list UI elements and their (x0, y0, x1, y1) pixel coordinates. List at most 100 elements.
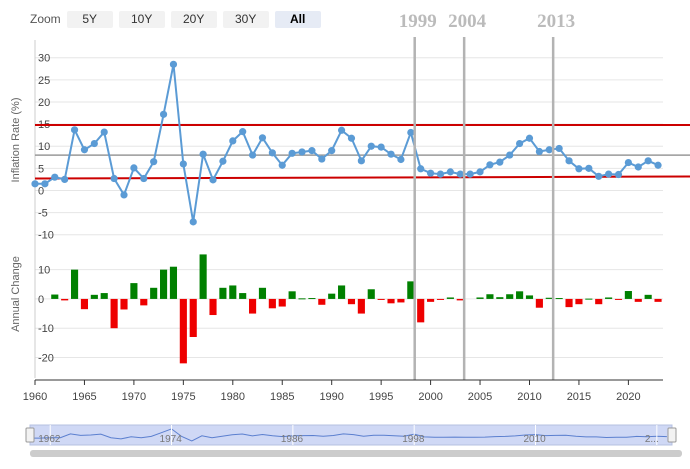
inflation-point (318, 155, 326, 163)
inflation-point (90, 139, 98, 148)
zoom-bar: Zoom 5Y 10Y 20Y 30Y All (30, 9, 327, 29)
annual-change-bar (427, 298, 435, 302)
event-markers: 1999 2004 2013 (399, 11, 575, 380)
annual-change-bar (130, 283, 138, 299)
x-tick-label: 2020 (616, 391, 640, 403)
x-tick-label: 1960 (23, 391, 47, 403)
annual-change-bar (169, 266, 178, 299)
annual-change-bar (80, 298, 89, 310)
y-tick-label-inflation: 25 (38, 75, 50, 87)
annual-change-bar (258, 287, 267, 299)
y-tick-label-inflation: -5 (38, 208, 48, 220)
inflation-point (634, 163, 642, 171)
annual-change-bar (575, 298, 583, 305)
inflation-point (595, 172, 603, 180)
annual-change-bar (585, 298, 593, 300)
navigator-tick-label: 2010 (524, 434, 547, 445)
annual-change-bar (516, 291, 524, 299)
y-tick-label-annual-change: 0 (38, 294, 44, 306)
zoom-30y-button[interactable]: 30Y (222, 10, 269, 28)
annual-change-bar (545, 297, 553, 299)
inflation-point (219, 157, 227, 165)
inflation-point (268, 149, 276, 157)
y-tick-label-inflation: 0 (38, 185, 44, 197)
navigator-tick-label: 1998 (402, 434, 425, 445)
inflation-point (150, 158, 158, 166)
annual-change-bars (51, 254, 662, 364)
annual-change-bar (595, 298, 603, 305)
annual-change-bar (654, 298, 662, 302)
y-tick-label-inflation: 10 (38, 141, 50, 153)
inflation-point (426, 169, 435, 177)
inflation-point (120, 191, 128, 199)
inflation-point (545, 146, 553, 154)
inflation-point (476, 168, 484, 176)
inflation-point (169, 60, 178, 68)
x-tick-label: 1965 (72, 391, 96, 403)
inflation-point (397, 155, 405, 164)
event-marker-label: 2013 (537, 11, 575, 32)
annual-change-bar (644, 294, 652, 299)
zoom-20y-button[interactable]: 20Y (170, 10, 217, 28)
inflation-point (565, 157, 573, 165)
zoom-10y-button[interactable]: 10Y (118, 10, 165, 28)
annual-change-bar (179, 298, 187, 364)
annual-change-bar (624, 291, 632, 299)
annual-change-bar (407, 281, 415, 299)
inflation-point (189, 218, 197, 226)
inflation-point (417, 165, 425, 173)
annual-change-bar (150, 287, 158, 299)
inflation-point (258, 134, 267, 142)
annual-change-bar (318, 298, 326, 305)
inflation-point (31, 180, 39, 188)
inflation-point (278, 161, 286, 169)
inflation-point (486, 161, 494, 169)
annual-change-bar (120, 298, 128, 310)
navigator-tick-label: 2... (645, 434, 659, 445)
annual-change-bar (387, 298, 395, 304)
x-tick-label: 2015 (567, 391, 591, 403)
annual-change-bar (61, 298, 69, 301)
navigator-tick-label: 1974 (160, 434, 183, 445)
inflation-point (387, 150, 395, 158)
zoom-5y-button[interactable]: 5Y (66, 10, 113, 28)
annual-change-bar (605, 297, 613, 299)
annual-change-bar (249, 298, 257, 314)
annual-change-axis-title: Annual Change (10, 256, 22, 332)
navigator-scrollbar[interactable] (30, 450, 682, 457)
inflation-point (239, 128, 247, 136)
annual-change-bar (357, 298, 365, 314)
inflation-point (496, 158, 504, 166)
y-tick-label-inflation: 30 (38, 53, 50, 65)
navigator[interactable]: 1962 1974 1986 1998 2010 2... (25, 424, 682, 457)
inflation-point (130, 164, 138, 172)
inflation-axis-title: Inflation Rate (%) (10, 98, 22, 183)
inflation-point (466, 170, 474, 178)
inflation-point (159, 110, 168, 118)
y-tick-label-inflation: 20 (38, 97, 50, 109)
inflation-point (328, 147, 336, 155)
annual-change-bar (634, 298, 642, 302)
inflation-point (248, 151, 257, 159)
annual-change-bar (239, 293, 247, 299)
inflation-point (80, 146, 89, 154)
inflation-point (436, 170, 445, 178)
inflation-point (229, 137, 237, 145)
y-tick-label-inflation: 5 (38, 163, 44, 175)
annual-change-bar (486, 294, 494, 299)
annual-change-bar (347, 298, 356, 305)
annual-change-bar (160, 269, 168, 299)
event-marker-label: 2004 (448, 11, 487, 32)
navigator-right-handle[interactable] (667, 427, 677, 443)
annual-change-bar (338, 285, 346, 299)
inflation-point (624, 158, 632, 167)
annual-change-bar (219, 287, 227, 299)
zoom-label: Zoom (30, 12, 61, 26)
annual-change-bar (199, 254, 207, 299)
inflation-point (367, 142, 375, 150)
annual-change-bar (506, 294, 514, 299)
navigator-left-handle[interactable] (25, 427, 35, 443)
zoom-all-button[interactable]: All (274, 10, 321, 28)
inflation-point (337, 126, 346, 134)
inflation-point (644, 157, 652, 165)
